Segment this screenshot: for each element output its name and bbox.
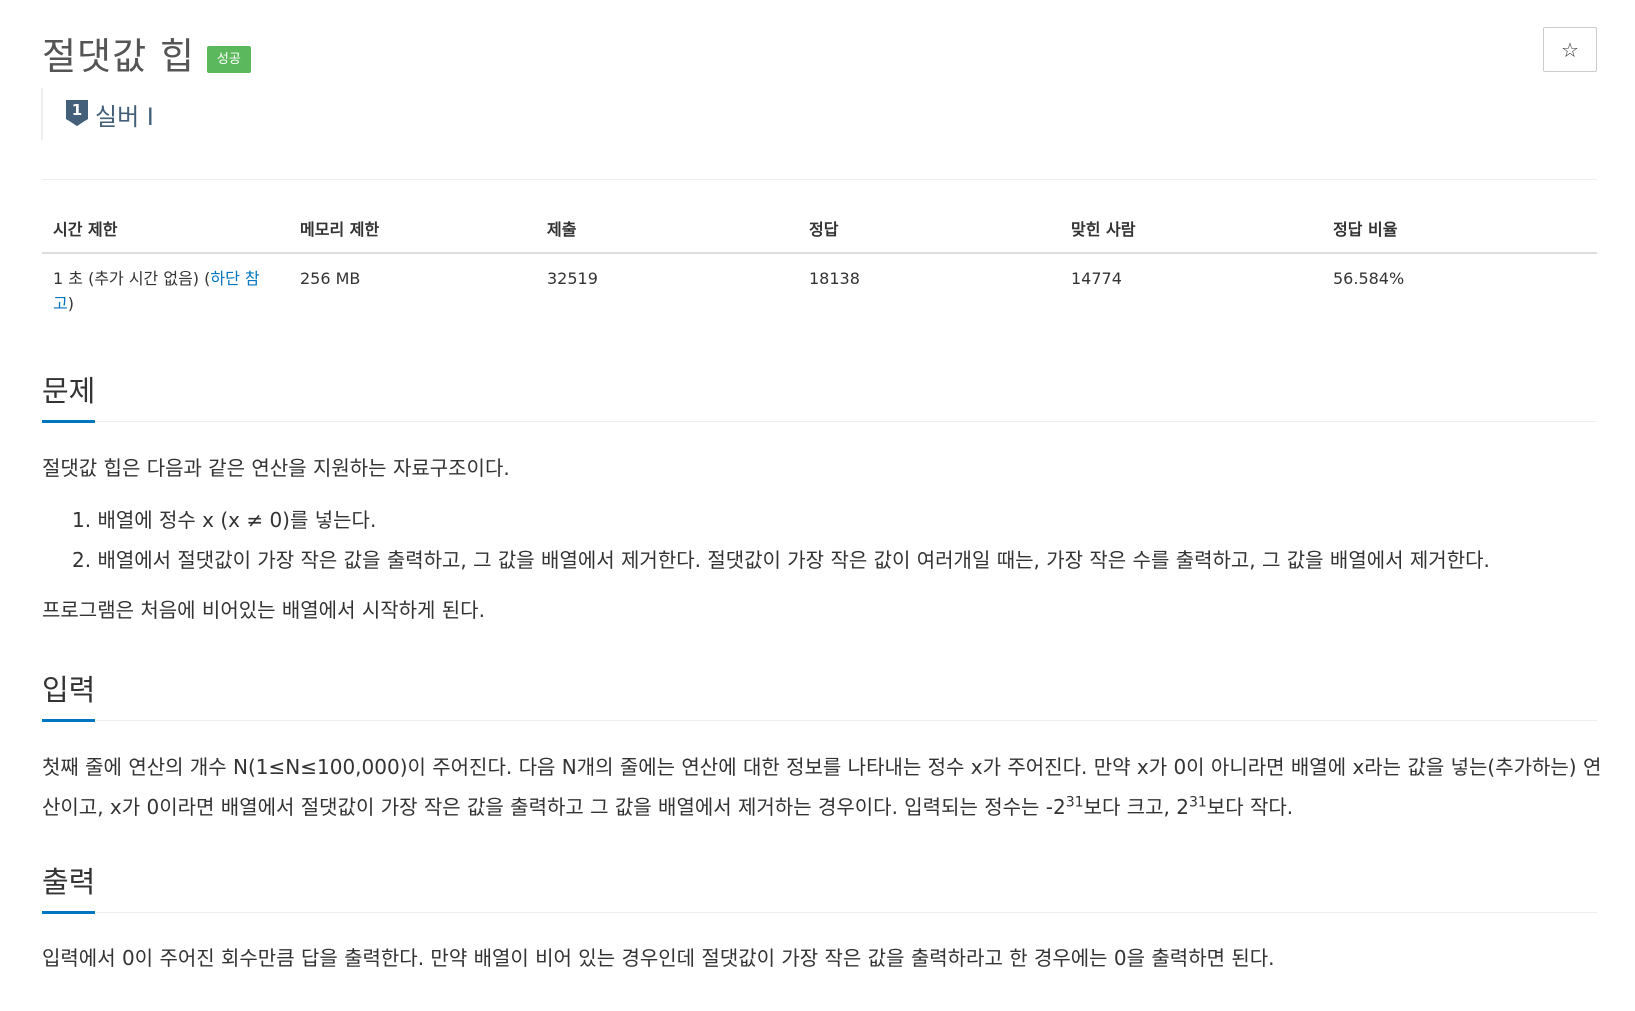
tier-label: 실버 I <box>95 102 154 131</box>
input-exponent: 31 <box>1065 794 1084 811</box>
list-item: 2. 배열에서 절댓값이 가장 작은 값을 출력하고, 그 값을 배열에서 제거… <box>72 548 1490 572</box>
section-divider <box>42 912 1597 913</box>
header-ratio: 정답 비율 <box>1322 206 1597 254</box>
tier-info: 1 실버 I <box>41 88 154 140</box>
problem-section-header: 문제 <box>42 368 1597 423</box>
time-limit-cell: 1 초 (추가 시간 없음) (하단 참고) <box>42 253 289 328</box>
header-divider <box>42 179 1597 180</box>
header-time-limit: 시간 제한 <box>42 206 289 254</box>
input-text-part3: 보다 작다. <box>1206 795 1294 819</box>
header-submissions: 제출 <box>536 206 798 254</box>
list-item: 1. 배열에 정수 x (x ≠ 0)를 넣는다. <box>72 508 377 532</box>
input-text-part2: 보다 크고, 2 <box>1083 795 1189 819</box>
input-section-header: 입력 <box>42 667 1597 722</box>
header-accepted: 정답 <box>798 206 1060 254</box>
problem-intro: 절댓값 힙은 다음과 같은 연산을 지원하는 자료구조이다. <box>42 456 510 480</box>
ratio-value: 56.584% <box>1333 269 1405 288</box>
time-limit-close: ) <box>67 294 74 313</box>
problem-header: 절댓값 힙 성공 <box>42 26 251 80</box>
table-row: 1 초 (추가 시간 없음) (하단 참고) 256 MB 32519 1813… <box>42 253 1597 328</box>
favorite-star-button[interactable]: ☆ <box>1543 27 1597 72</box>
submissions-value: 32519 <box>547 269 598 288</box>
input-text-part1: 첫째 줄에 연산의 개수 N(1≤N≤100,000)이 주어진다. 다음 N개… <box>42 755 1602 819</box>
problem-list: 1. 배열에 정수 x (x ≠ 0)를 넣는다. 2. 배열에서 절댓값이 가… <box>72 500 1490 580</box>
header-memory-limit: 메모리 제한 <box>289 206 536 254</box>
solvers-value: 14774 <box>1071 269 1122 288</box>
time-limit-value: 1 초 (추가 시간 없음) ( <box>53 269 211 288</box>
tier-shield-icon: 1 <box>66 100 88 128</box>
input-description: 첫째 줄에 연산의 개수 N(1≤N≤100,000)이 주어진다. 다음 N개… <box>42 747 1602 827</box>
table-header-row: 시간 제한 메모리 제한 제출 정답 맞힌 사람 정답 비율 <box>42 206 1597 254</box>
tier-number: 1 <box>72 101 82 119</box>
input-exponent: 31 <box>1188 794 1207 811</box>
output-section-header: 출력 <box>42 859 1597 914</box>
star-icon: ☆ <box>1561 37 1579 62</box>
problem-outro: 프로그램은 처음에 비어있는 배열에서 시작하게 된다. <box>42 598 485 622</box>
problem-page: 절댓값 힙 성공 ☆ 1 실버 I 시간 제한 메모리 제한 제출 정답 맞힌 … <box>0 0 1635 1011</box>
memory-limit-value: 256 MB <box>300 269 361 288</box>
accepted-value: 18138 <box>809 269 860 288</box>
input-section-title: 입력 <box>42 667 96 722</box>
section-divider <box>42 421 1597 422</box>
page-title: 절댓값 힙 <box>42 35 195 78</box>
section-divider <box>42 720 1597 721</box>
output-description: 입력에서 0이 주어진 회수만큼 답을 출력한다. 만약 배열이 비어 있는 경… <box>42 946 1275 970</box>
problem-section-title: 문제 <box>42 368 96 423</box>
status-badge: 성공 <box>206 45 251 73</box>
problem-info-table: 시간 제한 메모리 제한 제출 정답 맞힌 사람 정답 비율 1 초 (추가 시… <box>42 206 1597 328</box>
header-solvers: 맞힌 사람 <box>1060 206 1322 254</box>
output-section-title: 출력 <box>42 859 96 914</box>
